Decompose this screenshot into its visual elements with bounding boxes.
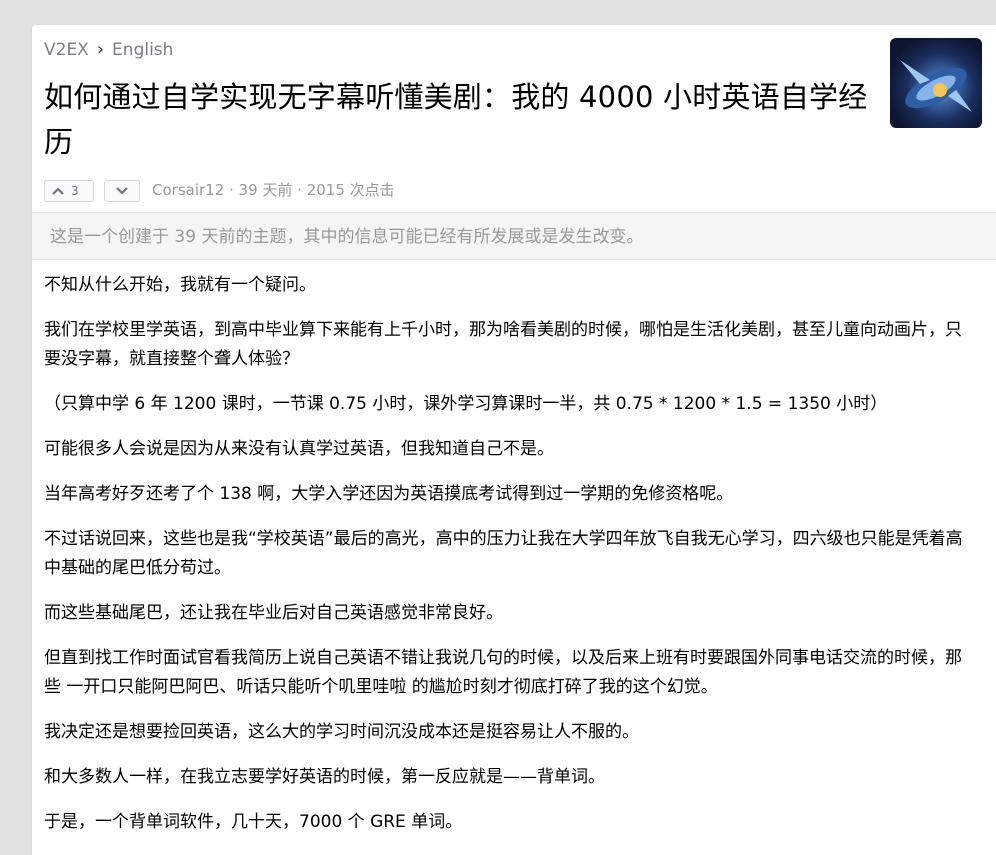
content-paragraph: 我决定还是想要捡回英语，这么大的学习时间沉没成本还是挺容易让人不服的。 — [44, 722, 639, 742]
chevron-down-icon — [116, 187, 128, 195]
topic-meta: Corsair12 · 39 天前 · 2015 次点击 — [152, 179, 395, 200]
topic-box: V2EX › English 如何通过自学实现无字幕听懂美剧：我的 4000 小… — [32, 25, 996, 855]
content-paragraph: 当年高考好歹还考了个 138 啊，大学入学还因为英语摸底考试得到过一学期的免修资… — [44, 484, 734, 504]
topic-header: V2EX › English 如何通过自学实现无字幕听懂美剧：我的 4000 小… — [32, 25, 996, 212]
content-paragraph: 可能很多人会说是因为从来没有认真学过英语，但我知道自己不是。 — [44, 439, 554, 459]
topic-content: 不知从什么开始，我就有一个疑问。 我们在学校里学英语，到高中毕业算下来能有上千小… — [44, 271, 974, 853]
content-paragraph: 不知从什么开始，我就有一个疑问。 — [44, 275, 316, 295]
topic-meta-info: · 39 天前 · 2015 次点击 — [224, 181, 395, 199]
content-paragraph: 我们在学校里学英语，到高中毕业算下来能有上千小时，那为啥看美剧的时候，哪怕是生活… — [44, 320, 962, 369]
topic-title: 如何通过自学实现无字幕听懂美剧：我的 4000 小时英语自学经历 — [44, 80, 868, 159]
content-paragraph: 和大多数人一样，在我立志要学好英语的时候，第一反应就是——背单词。 — [44, 767, 605, 787]
breadcrumb: V2EX › English — [44, 39, 173, 60]
outdated-notice: 这是一个创建于 39 天前的主题，其中的信息可能已经有所发展或是发生改变。 — [32, 212, 996, 260]
upvote-button[interactable]: 3 — [44, 180, 94, 202]
content-paragraph: 不过话说回来，这些也是我“学校英语”最后的高光，高中的压力让我在大学四年放飞自我… — [44, 529, 963, 578]
content-paragraph: 但直到找工作时面试官看我简历上说自己英语不错让我说几句的时候，以及后来上班有时要… — [44, 648, 962, 697]
content-paragraph: 于是，一个背单词软件，几十天，7000 个 GRE 单词。 — [44, 812, 463, 832]
spaceship-icon — [900, 60, 972, 112]
author-avatar[interactable] — [890, 38, 982, 128]
upvote-count: 3 — [71, 184, 79, 198]
breadcrumb-node-link[interactable]: English — [112, 40, 173, 60]
author-link[interactable]: Corsair12 — [152, 181, 224, 199]
breadcrumb-separator: › — [96, 39, 105, 60]
breadcrumb-site-link[interactable]: V2EX — [44, 40, 89, 60]
content-paragraph: 而这些基础尾巴，还让我在毕业后对自己英语感觉非常良好。 — [44, 603, 503, 623]
chevron-up-icon — [52, 187, 64, 195]
downvote-button[interactable] — [104, 180, 140, 202]
vote-controls: 3 — [44, 180, 140, 202]
content-paragraph: （只算中学 6 年 1200 课时，一节课 0.75 小时，课外学习算课时一半，… — [44, 394, 888, 414]
